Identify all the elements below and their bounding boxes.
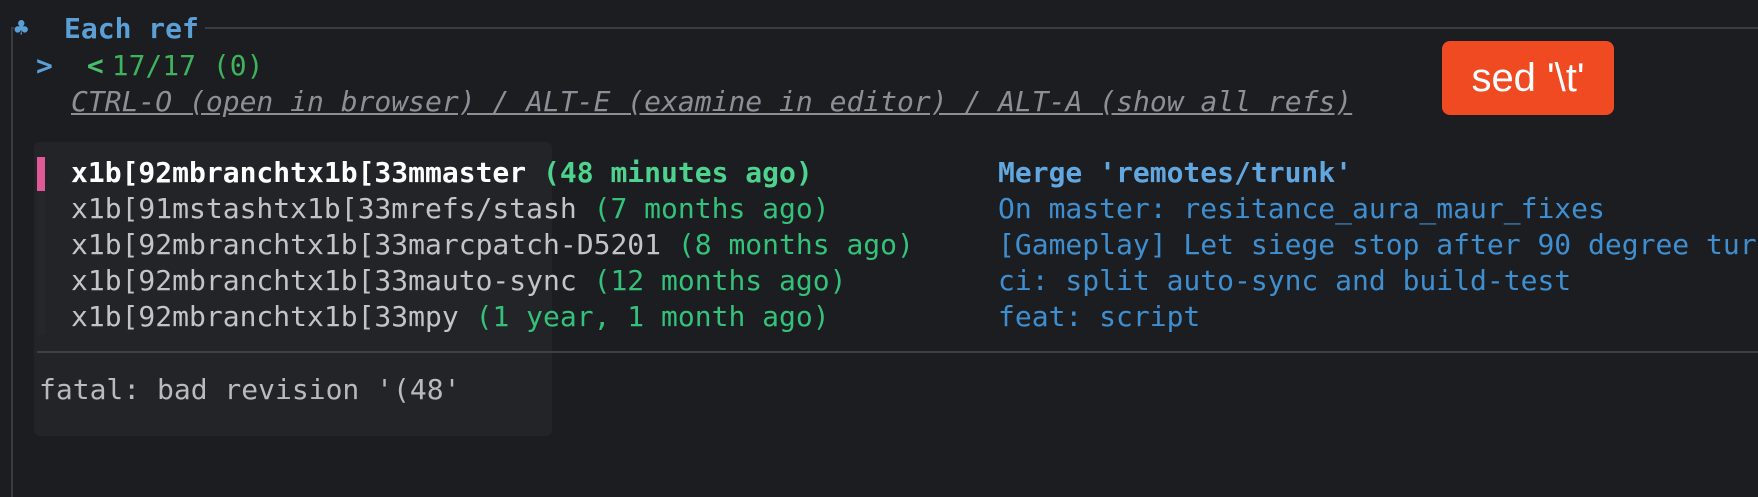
preview-error: fatal: bad revision '(48' (39, 373, 461, 406)
ref-commit-message: On master: resitance_aura_maur_fixes (998, 192, 1605, 225)
window-title-bar: ♣ Each ref (14, 8, 205, 48)
ref-commit-message: [Gameplay] Let siege stop after 90 degre… (998, 228, 1757, 261)
match-count: 17/17 (0) (111, 49, 264, 82)
ref-age: (1 year, 1 month ago) (475, 300, 830, 333)
ref-name: x1b[92mbranchtx1b[33marcpatch-D5201 (71, 228, 662, 261)
count-indicator-icon: < (86, 49, 104, 82)
ref-row-arcpatch[interactable]: x1b[92mbranchtx1b[33marcpatch-D5201 (8 m… (71, 227, 914, 263)
ref-age: (48 minutes ago) (543, 156, 813, 189)
preview-separator (37, 351, 1758, 353)
ref-commit-message: feat: script (998, 300, 1201, 333)
window-title: Each ref (64, 11, 199, 45)
ref-age: (12 months ago) (593, 264, 847, 297)
list-gutter (37, 191, 45, 335)
keybinding-help: CTRL-O (open in browser) / ALT-E (examin… (71, 85, 1353, 118)
prompt-chevron-icon: > (36, 49, 53, 82)
sed-badge: sed '\t' (1442, 41, 1614, 115)
ref-row-master[interactable]: x1b[92mbranchtx1b[33mmaster (48 minutes … (71, 155, 813, 191)
ref-age: (7 months ago) (593, 192, 830, 225)
ref-name: x1b[92mbranchtx1b[33mmaster (71, 156, 527, 189)
ref-row-stash[interactable]: x1b[91mstashtx1b[33mrefs/stash (7 months… (71, 191, 830, 227)
ref-name: x1b[92mbranchtx1b[33mpy (71, 300, 459, 333)
clover-icon: ♣ (14, 14, 29, 42)
ref-commit-message: Merge 'remotes/trunk' (998, 156, 1353, 189)
ref-row-py[interactable]: x1b[92mbranchtx1b[33mpy (1 year, 1 month… (71, 299, 830, 335)
ref-row-auto-sync[interactable]: x1b[92mbranchtx1b[33mauto-sync (12 month… (71, 263, 846, 299)
ref-age: (8 months ago) (677, 228, 914, 261)
search-prompt[interactable]: > <17/17 (0) (36, 48, 263, 84)
ref-name: x1b[91mstashtx1b[33mrefs/stash (71, 192, 577, 225)
ref-name: x1b[92mbranchtx1b[33mauto-sync (71, 264, 577, 297)
ref-commit-message: ci: split auto-sync and build-test (998, 264, 1572, 297)
selection-cursor (37, 157, 45, 191)
